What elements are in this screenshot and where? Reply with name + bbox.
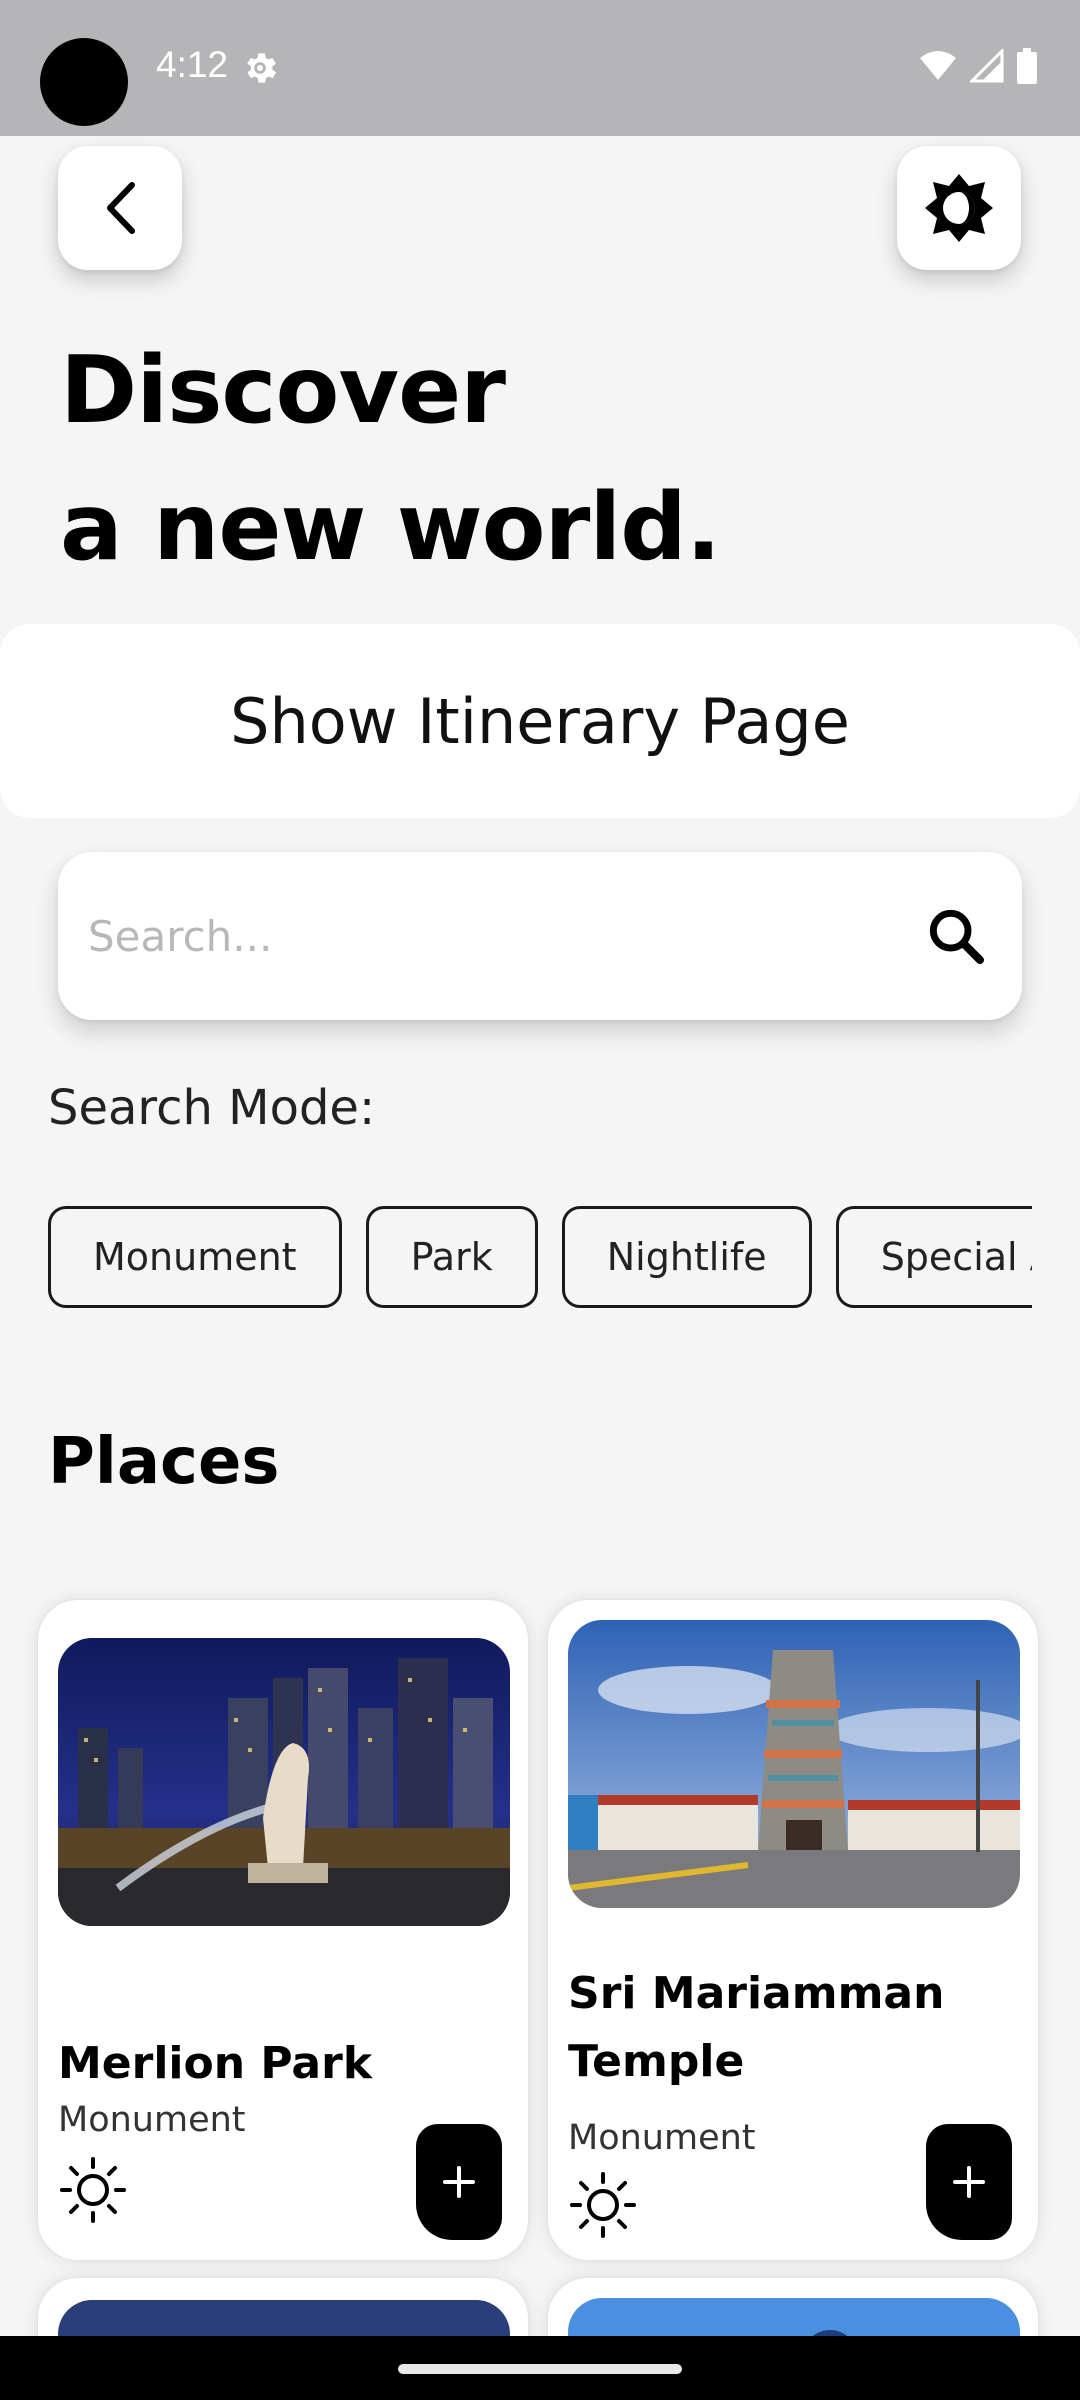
- wifi-icon: [920, 51, 956, 80]
- settings-gear-icon: [247, 53, 277, 83]
- plus-icon: [443, 2166, 475, 2198]
- search-mode-label: Search Mode:: [48, 1080, 376, 1136]
- camera-cutout: [40, 38, 128, 126]
- battery-icon: [1017, 48, 1037, 84]
- search-input[interactable]: [88, 852, 908, 1020]
- signal-icon: [970, 49, 1004, 83]
- brightness-icon: [925, 174, 993, 242]
- place-image: [568, 1620, 1020, 1908]
- status-icons: [918, 48, 1038, 84]
- place-image: [58, 1638, 510, 1926]
- place-card-sri-mariamman-temple[interactable]: Sri Mariamman Temple Monument: [548, 1600, 1038, 2260]
- search-mode-chips: Monument Park Nightlife Special Attracti…: [48, 1206, 1032, 1308]
- page-title: Discover a new world.: [60, 322, 721, 596]
- plus-icon: [953, 2166, 985, 2198]
- itinerary-label: Show Itinerary Page: [230, 684, 850, 758]
- add-to-itinerary-button[interactable]: [926, 2124, 1012, 2240]
- chevron-left-icon: [107, 182, 135, 234]
- show-itinerary-button[interactable]: Show Itinerary Page: [0, 624, 1080, 818]
- place-category: Monument: [568, 2118, 756, 2158]
- sun-icon: [570, 2172, 636, 2238]
- status-bar: 4:12: [0, 0, 1080, 136]
- chip-park[interactable]: Park: [365, 1206, 538, 1308]
- add-to-itinerary-button[interactable]: [416, 2124, 502, 2240]
- theme-toggle-button[interactable]: [897, 146, 1021, 270]
- place-name: Merlion Park: [58, 2038, 373, 2089]
- search-icon[interactable]: [924, 904, 988, 968]
- back-button[interactable]: [58, 146, 182, 270]
- chip-nightlife[interactable]: Nightlife: [561, 1206, 812, 1308]
- status-time: 4:12: [156, 44, 229, 85]
- place-category: Monument: [58, 2100, 246, 2140]
- places-heading: Places: [48, 1425, 280, 1499]
- chip-special-attractions[interactable]: Special Attractions: [835, 1206, 1032, 1308]
- chip-monument[interactable]: Monument: [48, 1206, 342, 1308]
- sun-icon: [60, 2157, 126, 2223]
- place-name: Sri Mariamman Temple: [568, 1968, 945, 2087]
- title-line-2: a new world.: [60, 473, 721, 581]
- home-gesture-handle[interactable]: [398, 2364, 682, 2374]
- place-card-merlion-park[interactable]: Merlion Park Monument: [38, 1600, 528, 2260]
- search-box: [58, 852, 1022, 1020]
- title-line-1: Discover: [60, 336, 506, 444]
